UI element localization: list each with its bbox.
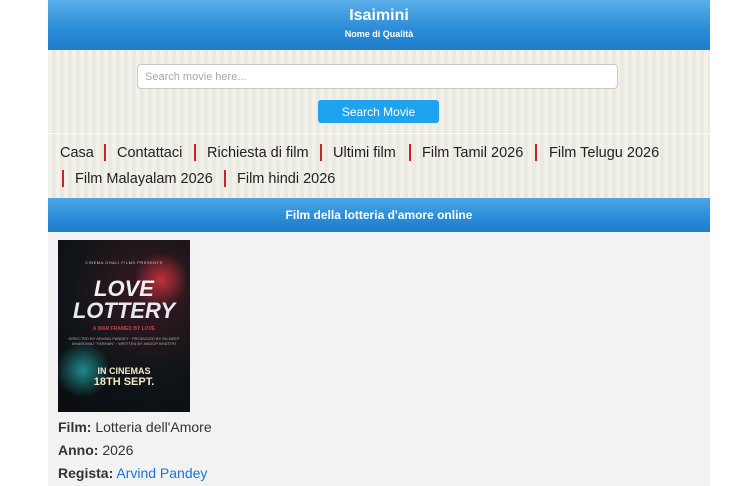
main-nav: Casa Contattaci Richiesta di film Ultimi…: [48, 133, 710, 198]
nav-separator: [104, 144, 106, 161]
film-label: Film:: [58, 419, 92, 435]
poster-title-lottery: LOTTERY: [72, 298, 176, 323]
poster-release-date: 18TH SEPT.: [93, 376, 155, 388]
movie-poster[interactable]: CINEMA GHALI FILMS PRESENTS LOVE LOTTERY…: [58, 240, 190, 412]
nav-separator: [320, 144, 322, 161]
nav-separator: [409, 144, 411, 161]
search-movie-button[interactable]: Search Movie: [318, 100, 439, 123]
site-header: Isaimini Nome di Qualità: [48, 0, 710, 50]
search-area: Search Movie: [48, 50, 710, 133]
film-info-row: Film: Lotteria dell'Amore: [58, 418, 212, 436]
site-subtitle: Nome di Qualità: [344, 29, 414, 39]
poster-presents-text: CINEMA GHALI FILMS PRESENTS: [85, 260, 163, 265]
page-container: Isaimini Nome di Qualità Search Movie Ca…: [48, 0, 710, 486]
nav-item-telugu[interactable]: Film Telugu 2026: [549, 144, 659, 162]
section-title: Film della lotteria d'amore online: [48, 198, 710, 232]
director-label: Regista:: [58, 465, 114, 481]
director-info-row: Regista: Arvind Pandey: [58, 464, 207, 482]
year-info-row: Anno: 2026: [58, 441, 133, 459]
nav-separator: [224, 170, 226, 187]
nav-item-malayalam[interactable]: Film Malayalam 2026: [75, 170, 213, 188]
nav-separator: [535, 144, 537, 161]
year-label: Anno:: [58, 442, 99, 458]
poster-in-cinemas: IN CINEMAS: [97, 366, 151, 376]
search-input[interactable]: [137, 64, 618, 89]
poster-title-love: LOVE: [94, 276, 154, 301]
poster-credits: DIRECTED BY ARVIND PANDEY · PRODUCED BY …: [68, 336, 180, 346]
site-title[interactable]: Isaimini: [48, 0, 710, 25]
poster-tagline: A WAR FRAMED BY LOVE: [92, 326, 156, 332]
nav-item-tamil[interactable]: Film Tamil 2026: [422, 144, 523, 162]
nav-separator: [194, 144, 196, 161]
nav-item-hindi[interactable]: Film hindi 2026: [237, 170, 335, 188]
director-link[interactable]: Arvind Pandey: [116, 465, 207, 481]
nav-item-ultimi-film[interactable]: Ultimi film: [333, 144, 396, 162]
nav-item-casa[interactable]: Casa: [60, 144, 94, 162]
nav-item-richiesta[interactable]: Richiesta di film: [207, 144, 309, 162]
year-value: 2026: [102, 442, 134, 458]
film-value: Lotteria dell'Amore: [95, 419, 212, 435]
nav-item-contattaci[interactable]: Contattaci: [117, 144, 182, 162]
nav-separator: [62, 170, 64, 187]
